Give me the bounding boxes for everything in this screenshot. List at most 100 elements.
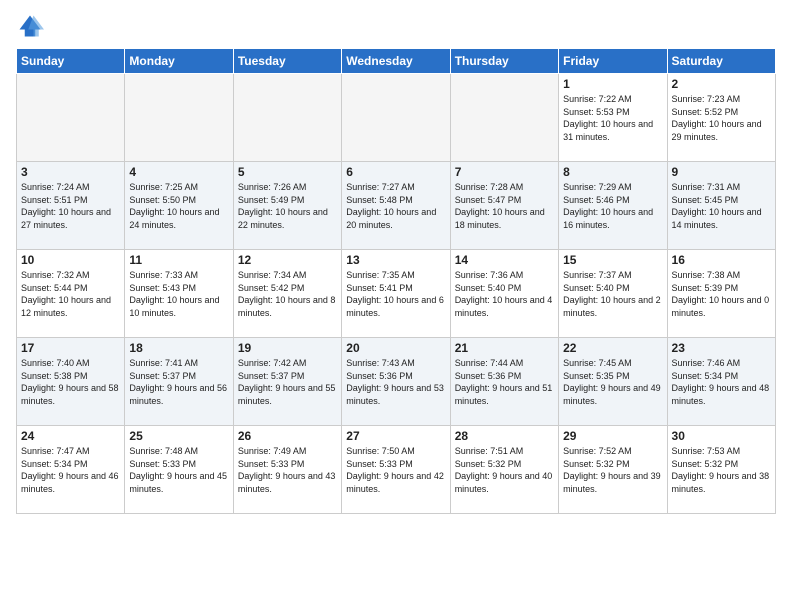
calendar-cell: 30Sunrise: 7:53 AM Sunset: 5:32 PM Dayli… xyxy=(667,426,775,514)
day-number: 14 xyxy=(455,253,554,267)
cell-text: Sunrise: 7:49 AM Sunset: 5:33 PM Dayligh… xyxy=(238,445,337,495)
cell-text: Sunrise: 7:47 AM Sunset: 5:34 PM Dayligh… xyxy=(21,445,120,495)
cell-text: Sunrise: 7:40 AM Sunset: 5:38 PM Dayligh… xyxy=(21,357,120,407)
day-number: 9 xyxy=(672,165,771,179)
calendar-cell: 23 Sunrise: 7:46 AM Sunset: 5:34 PM Dayli… xyxy=(667,338,775,426)
page: SundayMondayTuesdayWednesdayThursdayFrid… xyxy=(0,0,792,612)
calendar-week-row: 17 Sunrise: 7:40 AM Sunset: 5:38 PM Dayli… xyxy=(17,338,776,426)
cell-text: Sunrise: 7:33 AM Sunset: 5:43 PM Dayligh… xyxy=(129,269,228,319)
calendar-cell: 16 Sunrise: 7:38 AM Sunset: 5:39 PM Dayli… xyxy=(667,250,775,338)
calendar-week-row: 1 Sunrise: 7:22 AM Sunset: 5:53 PM Daylig… xyxy=(17,74,776,162)
day-number: 15 xyxy=(563,253,662,267)
cell-text: Sunrise: 7:51 AM Sunset: 5:32 PM Dayligh… xyxy=(455,445,554,495)
day-number: 20 xyxy=(346,341,445,355)
cell-text: Sunrise: 7:24 AM Sunset: 5:51 PM Dayligh… xyxy=(21,181,120,231)
weekday-header-saturday: Saturday xyxy=(667,49,775,74)
cell-text: Sunrise: 7:48 AM Sunset: 5:33 PM Dayligh… xyxy=(129,445,228,495)
calendar-cell: 3 Sunrise: 7:24 AM Sunset: 5:51 PM Daylig… xyxy=(17,162,125,250)
calendar-cell: 18 Sunrise: 7:41 AM Sunset: 5:37 PM Dayli… xyxy=(125,338,233,426)
calendar-cell: 20 Sunrise: 7:43 AM Sunset: 5:36 PM Dayli… xyxy=(342,338,450,426)
calendar-cell: 2 Sunrise: 7:23 AM Sunset: 5:52 PM Daylig… xyxy=(667,74,775,162)
day-number: 22 xyxy=(563,341,662,355)
day-number: 1 xyxy=(563,77,662,91)
header-area xyxy=(16,12,776,40)
calendar-cell: 8 Sunrise: 7:29 AM Sunset: 5:46 PM Daylig… xyxy=(559,162,667,250)
calendar-cell: 10 Sunrise: 7:32 AM Sunset: 5:44 PM Dayli… xyxy=(17,250,125,338)
cell-text: Sunrise: 7:53 AM Sunset: 5:32 PM Dayligh… xyxy=(672,445,771,495)
day-number: 25 xyxy=(129,429,228,443)
calendar-cell: 13Sunrise: 7:35 AM Sunset: 5:41 PM Dayli… xyxy=(342,250,450,338)
calendar-cell: 29 Sunrise: 7:52 AM Sunset: 5:32 PM Dayli… xyxy=(559,426,667,514)
day-number: 7 xyxy=(455,165,554,179)
calendar-cell: 17 Sunrise: 7:40 AM Sunset: 5:38 PM Dayli… xyxy=(17,338,125,426)
calendar-cell: 27 Sunrise: 7:50 AM Sunset: 5:33 PM Dayli… xyxy=(342,426,450,514)
cell-text: Sunrise: 7:41 AM Sunset: 5:37 PM Dayligh… xyxy=(129,357,228,407)
day-number: 12 xyxy=(238,253,337,267)
calendar-cell: 4Sunrise: 7:25 AM Sunset: 5:50 PM Daylig… xyxy=(125,162,233,250)
calendar-header-row: SundayMondayTuesdayWednesdayThursdayFrid… xyxy=(17,49,776,74)
calendar-cell xyxy=(450,74,558,162)
day-number: 18 xyxy=(129,341,228,355)
logo xyxy=(16,12,48,40)
calendar-cell: 25 Sunrise: 7:48 AM Sunset: 5:33 PM Dayli… xyxy=(125,426,233,514)
day-number: 8 xyxy=(563,165,662,179)
calendar-cell xyxy=(342,74,450,162)
day-number: 10 xyxy=(21,253,120,267)
day-number: 17 xyxy=(21,341,120,355)
cell-text: Sunrise: 7:38 AM Sunset: 5:39 PM Dayligh… xyxy=(672,269,771,319)
calendar-cell: 26 Sunrise: 7:49 AM Sunset: 5:33 PM Dayli… xyxy=(233,426,341,514)
calendar-cell: 22 Sunrise: 7:45 AM Sunset: 5:35 PM Dayli… xyxy=(559,338,667,426)
day-number: 6 xyxy=(346,165,445,179)
cell-text: Sunrise: 7:52 AM Sunset: 5:32 PM Dayligh… xyxy=(563,445,662,495)
day-number: 19 xyxy=(238,341,337,355)
day-number: 11 xyxy=(129,253,228,267)
day-number: 4 xyxy=(129,165,228,179)
calendar-cell: 1 Sunrise: 7:22 AM Sunset: 5:53 PM Daylig… xyxy=(559,74,667,162)
calendar-cell: 6 Sunrise: 7:27 AM Sunset: 5:48 PM Daylig… xyxy=(342,162,450,250)
day-number: 29 xyxy=(563,429,662,443)
calendar-cell xyxy=(233,74,341,162)
cell-text: Sunrise: 7:35 AM Sunset: 5:41 PM Dayligh… xyxy=(346,269,445,319)
calendar-cell: 24Sunrise: 7:47 AM Sunset: 5:34 PM Dayli… xyxy=(17,426,125,514)
day-number: 21 xyxy=(455,341,554,355)
calendar-cell: 28 Sunrise: 7:51 AM Sunset: 5:32 PM Dayli… xyxy=(450,426,558,514)
day-number: 27 xyxy=(346,429,445,443)
cell-text: Sunrise: 7:23 AM Sunset: 5:52 PM Dayligh… xyxy=(672,93,771,143)
logo-icon xyxy=(16,12,44,40)
cell-text: Sunrise: 7:43 AM Sunset: 5:36 PM Dayligh… xyxy=(346,357,445,407)
day-number: 28 xyxy=(455,429,554,443)
calendar-cell: 12Sunrise: 7:34 AM Sunset: 5:42 PM Dayli… xyxy=(233,250,341,338)
day-number: 26 xyxy=(238,429,337,443)
cell-text: Sunrise: 7:22 AM Sunset: 5:53 PM Dayligh… xyxy=(563,93,662,143)
cell-text: Sunrise: 7:32 AM Sunset: 5:44 PM Dayligh… xyxy=(21,269,120,319)
day-number: 16 xyxy=(672,253,771,267)
calendar-cell xyxy=(125,74,233,162)
calendar-cell: 15Sunrise: 7:37 AM Sunset: 5:40 PM Dayli… xyxy=(559,250,667,338)
cell-text: Sunrise: 7:46 AM Sunset: 5:34 PM Dayligh… xyxy=(672,357,771,407)
calendar-cell xyxy=(17,74,125,162)
cell-text: Sunrise: 7:45 AM Sunset: 5:35 PM Dayligh… xyxy=(563,357,662,407)
cell-text: Sunrise: 7:28 AM Sunset: 5:47 PM Dayligh… xyxy=(455,181,554,231)
calendar-cell: 5 Sunrise: 7:26 AM Sunset: 5:49 PM Daylig… xyxy=(233,162,341,250)
cell-text: Sunrise: 7:31 AM Sunset: 5:45 PM Dayligh… xyxy=(672,181,771,231)
day-number: 3 xyxy=(21,165,120,179)
weekday-header-monday: Monday xyxy=(125,49,233,74)
cell-text: Sunrise: 7:27 AM Sunset: 5:48 PM Dayligh… xyxy=(346,181,445,231)
cell-text: Sunrise: 7:26 AM Sunset: 5:49 PM Dayligh… xyxy=(238,181,337,231)
weekday-header-tuesday: Tuesday xyxy=(233,49,341,74)
calendar-cell: 19Sunrise: 7:42 AM Sunset: 5:37 PM Dayli… xyxy=(233,338,341,426)
weekday-header-friday: Friday xyxy=(559,49,667,74)
calendar: SundayMondayTuesdayWednesdayThursdayFrid… xyxy=(16,48,776,514)
cell-text: Sunrise: 7:50 AM Sunset: 5:33 PM Dayligh… xyxy=(346,445,445,495)
calendar-cell: 7 Sunrise: 7:28 AM Sunset: 5:47 PM Daylig… xyxy=(450,162,558,250)
calendar-week-row: 3 Sunrise: 7:24 AM Sunset: 5:51 PM Daylig… xyxy=(17,162,776,250)
weekday-header-wednesday: Wednesday xyxy=(342,49,450,74)
weekday-header-thursday: Thursday xyxy=(450,49,558,74)
calendar-cell: 9 Sunrise: 7:31 AM Sunset: 5:45 PM Daylig… xyxy=(667,162,775,250)
day-number: 2 xyxy=(672,77,771,91)
cell-text: Sunrise: 7:29 AM Sunset: 5:46 PM Dayligh… xyxy=(563,181,662,231)
day-number: 5 xyxy=(238,165,337,179)
calendar-body: 1 Sunrise: 7:22 AM Sunset: 5:53 PM Daylig… xyxy=(17,74,776,514)
day-number: 23 xyxy=(672,341,771,355)
cell-text: Sunrise: 7:44 AM Sunset: 5:36 PM Dayligh… xyxy=(455,357,554,407)
